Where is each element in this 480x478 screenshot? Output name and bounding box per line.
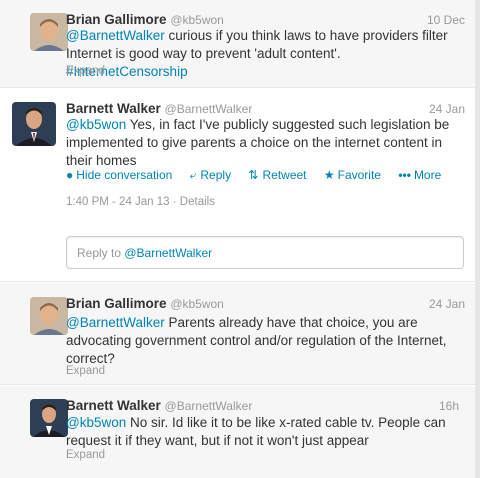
tweet-timestamp[interactable]: 24 Jan: [429, 102, 465, 116]
conversation-thread: Brian Gallimore @kb5won 10 Dec @BarnettW…: [0, 0, 480, 478]
expand-link[interactable]: Expand: [66, 365, 105, 377]
hide-conversation-button[interactable]: ● Hide conversation: [66, 168, 172, 182]
mention-link[interactable]: @kb5won: [66, 117, 126, 132]
tweet-main[interactable]: Barnett Walker @BarnettWalker 24 Jan @kb…: [0, 88, 475, 282]
author-name[interactable]: Barnett Walker: [66, 101, 161, 116]
mention-link[interactable]: @kb5won: [66, 415, 126, 430]
author-name[interactable]: Brian Gallimore: [66, 296, 167, 311]
details-link[interactable]: Details: [180, 196, 215, 208]
tweet-text: @kb5won No sir. Id like it to be like x-…: [66, 414, 464, 450]
avatar[interactable]: [30, 13, 68, 51]
tweet-timestamp[interactable]: 10 Dec: [427, 13, 465, 27]
more-button[interactable]: ••• More: [398, 168, 441, 182]
reply-arrow-icon: ⤶: [189, 168, 197, 182]
tweet-header: Barnett Walker @BarnettWalker: [66, 101, 252, 117]
tweet-meta: 1:40 PM - 24 Jan 13 · Details: [66, 196, 215, 208]
retweet-label: Retweet: [262, 168, 307, 182]
avatar[interactable]: [30, 297, 68, 335]
expand-link[interactable]: Expand: [66, 449, 105, 461]
reply-placeholder: Reply to: [77, 246, 125, 260]
author-name[interactable]: Brian Gallimore: [66, 12, 167, 27]
avatar[interactable]: [12, 102, 56, 146]
speech-bubble-icon: ●: [66, 168, 74, 182]
favorite-button[interactable]: ★ Favorite: [324, 168, 381, 182]
star-icon: ★: [323, 168, 335, 182]
author-handle[interactable]: @kb5won: [170, 297, 224, 311]
tweet-reply[interactable]: Brian Gallimore @kb5won 24 Jan @BarnettW…: [0, 283, 475, 385]
retweet-button[interactable]: ⇅ Retweet: [248, 168, 306, 182]
avatar-photo-icon: [12, 102, 56, 146]
tweet-reply[interactable]: Barnett Walker @BarnettWalker 16h @kb5wo…: [0, 386, 475, 478]
reply-label: Reply: [200, 168, 232, 182]
reply-mention: @BarnettWalker: [124, 246, 213, 260]
more-label: More: [413, 168, 442, 182]
tweet-actions: ● Hide conversation ⤶ Reply ⇅ Retweet ★ Favo…: [66, 168, 455, 183]
ellipsis-icon: •••: [398, 168, 411, 182]
avatar-photo-icon: [30, 13, 68, 51]
reply-button[interactable]: ⤶ Reply: [190, 168, 231, 182]
retweet-icon: ⇅: [248, 168, 259, 182]
mention-link[interactable]: @BarnettWalker: [66, 28, 165, 43]
avatar-photo-icon: [30, 399, 68, 437]
tweet-text: @kb5won Yes, in fact I've publicly sugge…: [66, 116, 464, 170]
reply-input[interactable]: Reply to @BarnettWalker: [66, 236, 464, 269]
expand-link[interactable]: Expand: [66, 65, 105, 77]
avatar[interactable]: [30, 399, 68, 437]
author-handle[interactable]: @kb5won: [170, 13, 224, 27]
tweet-header: Brian Gallimore @kb5won: [66, 296, 224, 312]
tweet-header: Barnett Walker @BarnettWalker: [66, 398, 252, 414]
avatar-photo-icon: [30, 297, 68, 335]
author-handle[interactable]: @BarnettWalker: [165, 102, 253, 116]
tweet-parent[interactable]: Brian Gallimore @kb5won 10 Dec @BarnettW…: [0, 0, 475, 88]
tweet-timestamp[interactable]: 24 Jan: [429, 297, 465, 311]
tweet-text: @BarnettWalker curious if you think laws…: [66, 27, 464, 81]
hide-conversation-label: Hide conversation: [76, 168, 173, 182]
tweet-header: Brian Gallimore @kb5won: [66, 12, 224, 28]
favorite-label: Favorite: [337, 168, 381, 182]
meta-separator: ·: [169, 196, 180, 208]
mention-link[interactable]: @BarnettWalker: [66, 315, 165, 330]
author-name[interactable]: Barnett Walker: [66, 398, 161, 413]
tweet-text: @BarnettWalker Parents already have that…: [66, 314, 464, 368]
tweet-datetime[interactable]: 1:40 PM - 24 Jan 13: [66, 196, 170, 208]
tweet-timestamp[interactable]: 16h: [439, 399, 459, 413]
scrollbar[interactable]: [475, 0, 480, 478]
author-handle[interactable]: @BarnettWalker: [165, 399, 253, 413]
